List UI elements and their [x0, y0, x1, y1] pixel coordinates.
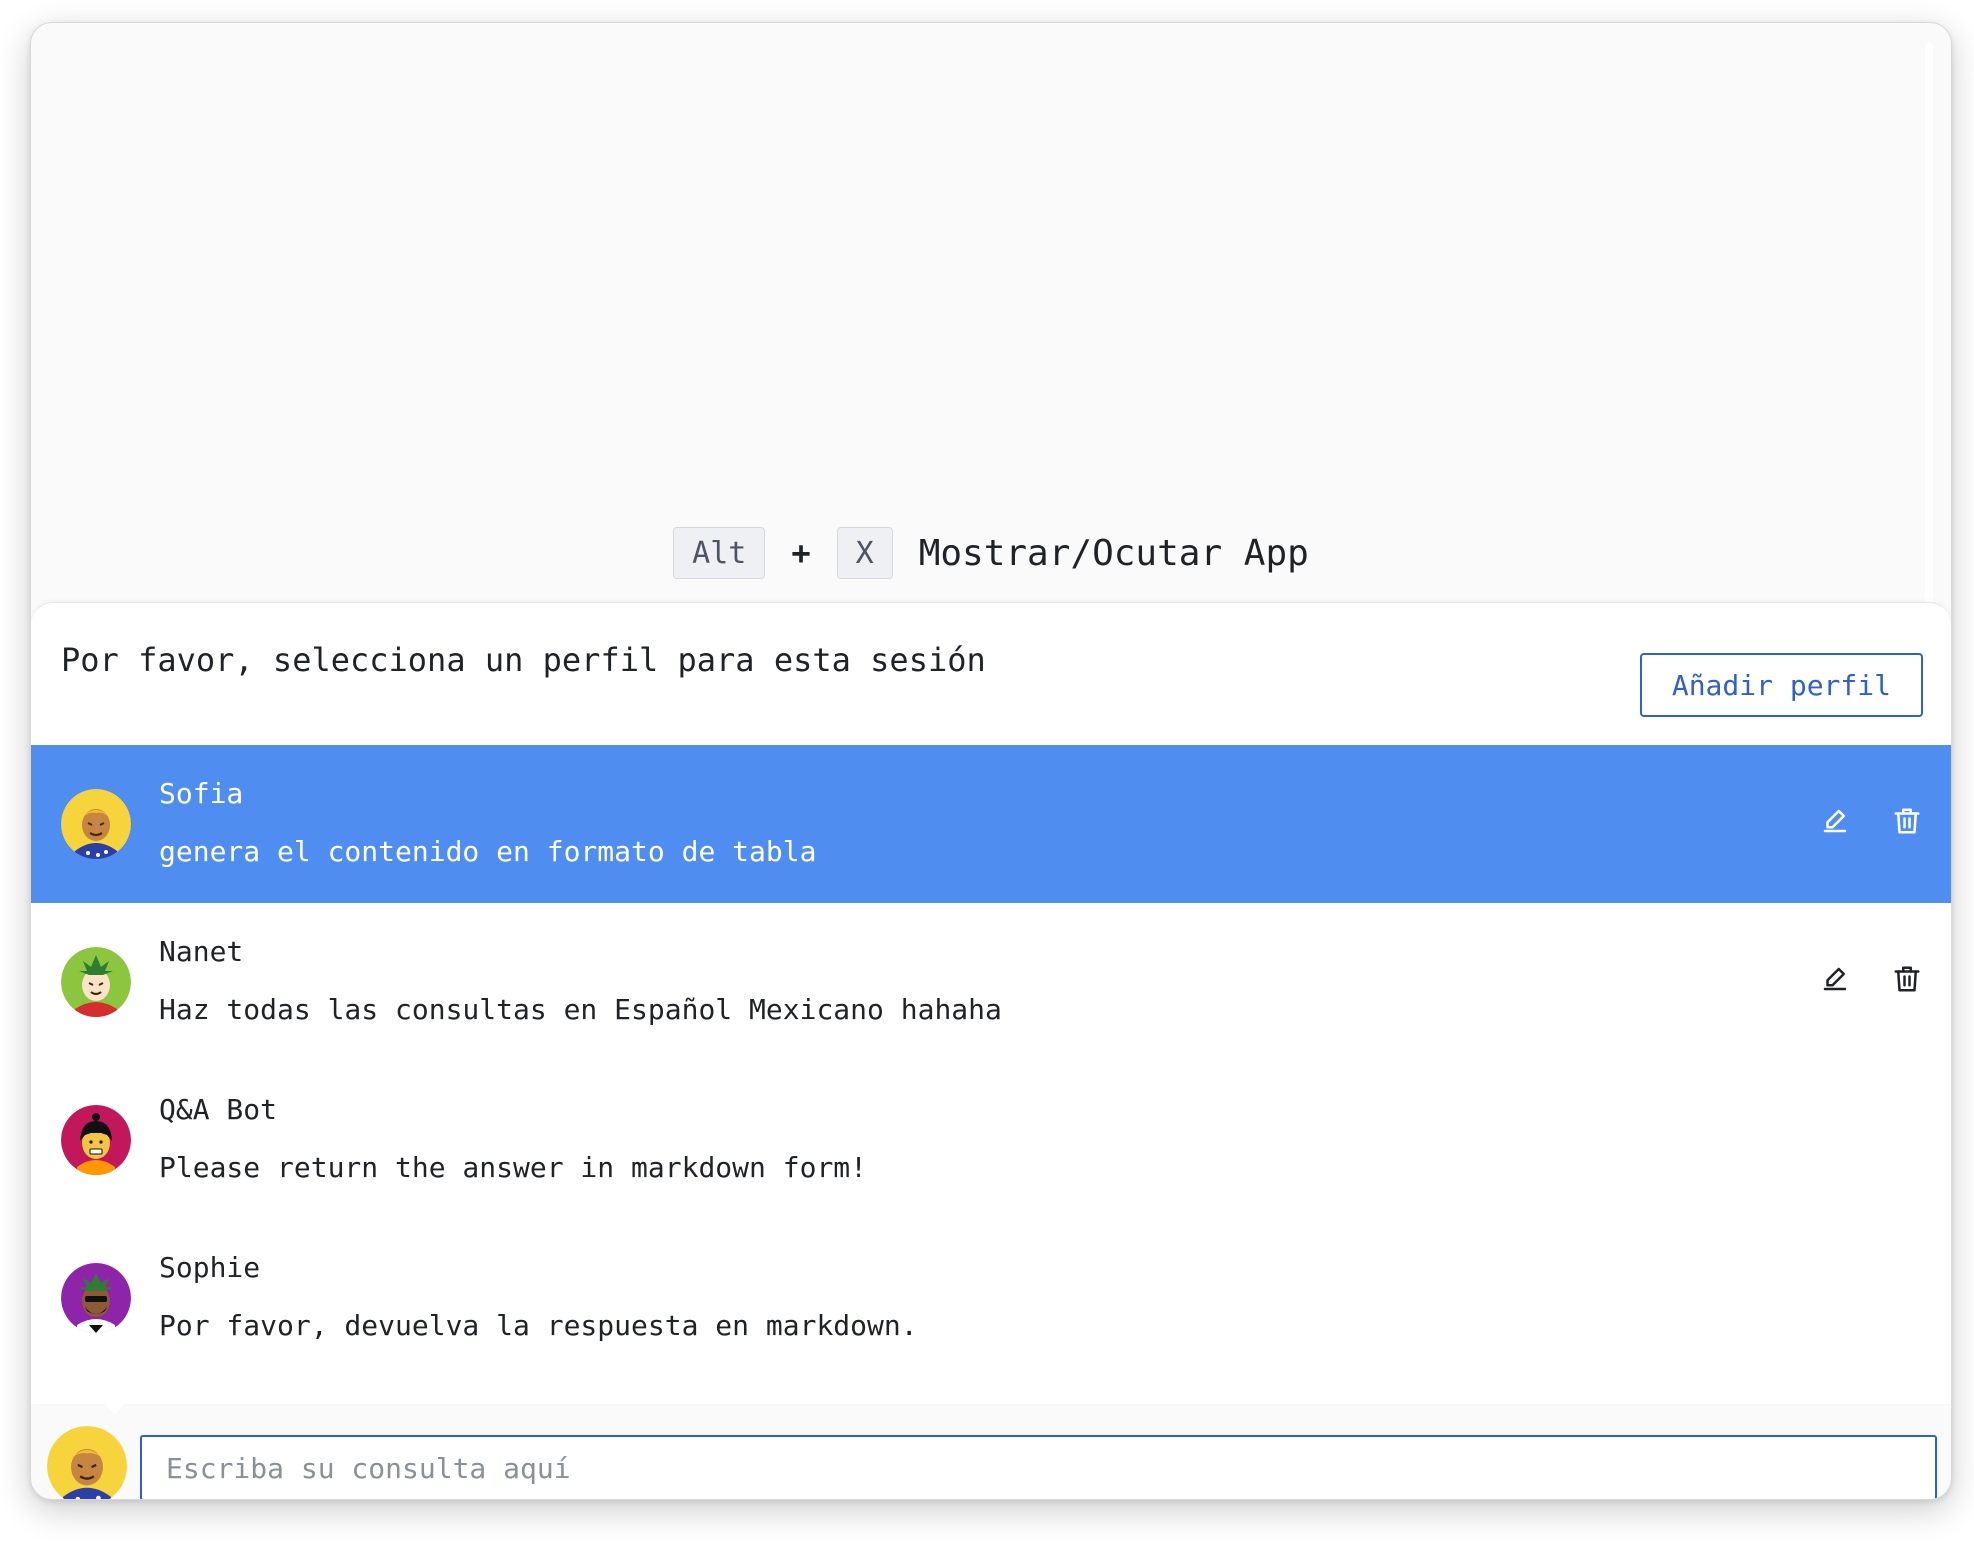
avatar-sofia-icon	[61, 789, 131, 859]
profile-item-sofia[interactable]: Sofia genera el contenido en formato de …	[31, 745, 1951, 903]
profile-description: Haz todas las consultas en Español Mexic…	[159, 993, 1002, 1026]
edit-icon[interactable]	[1819, 805, 1851, 837]
edit-icon[interactable]	[1819, 963, 1851, 995]
avatar	[61, 1263, 131, 1333]
shortcut-plus: +	[791, 534, 811, 572]
shortcut-hint: Alt + X Mostrar/Ocutar App	[31, 526, 1951, 580]
app-window: Alt + X Mostrar/Ocutar App Por favor, se…	[30, 22, 1952, 1500]
add-profile-button[interactable]: Añadir perfil	[1639, 653, 1923, 717]
avatar-sophie-icon	[61, 1263, 131, 1333]
profile-item-sophie[interactable]: Sophie Por favor, devuelva la respuesta …	[31, 1219, 1951, 1377]
profile-item-nanet[interactable]: Nanet Haz todas las consultas en Español…	[31, 903, 1951, 1061]
avatar-sofia-icon	[47, 1426, 127, 1499]
avatar	[61, 1105, 131, 1175]
avatar	[61, 947, 131, 1017]
profile-actions	[1819, 963, 1923, 995]
shortcut-key-x: X	[836, 527, 893, 579]
profile-list: Sofia genera el contenido en formato de …	[31, 745, 1951, 1377]
profile-name: Sofia	[159, 777, 244, 810]
profile-description: Por favor, devuelva la respuesta en mark…	[159, 1309, 918, 1342]
profile-actions	[1819, 805, 1923, 837]
shortcut-key-alt: Alt	[673, 527, 766, 579]
panel-header: Por favor, selecciona un perfil para est…	[31, 603, 1951, 723]
bar-notch	[103, 1402, 127, 1414]
profile-description: Please return the answer in markdown for…	[159, 1151, 868, 1184]
query-input[interactable]	[140, 1435, 1937, 1499]
avatar-nanet-icon	[61, 947, 131, 1017]
avatar	[61, 789, 131, 859]
profile-item-qa-bot[interactable]: Q&A Bot Please return the answer in mark…	[31, 1061, 1951, 1219]
profile-panel: Por favor, selecciona un perfil para est…	[31, 602, 1951, 1404]
shortcut-label: Mostrar/Ocutar App	[918, 532, 1309, 574]
profile-name: Q&A Bot	[159, 1093, 278, 1126]
panel-title: Por favor, selecciona un perfil para est…	[61, 641, 986, 679]
current-profile-avatar[interactable]	[47, 1426, 127, 1499]
query-bar	[31, 1402, 1951, 1499]
profile-name: Sophie	[159, 1251, 261, 1284]
trash-icon[interactable]	[1891, 805, 1923, 837]
avatar-qa-bot-icon	[61, 1105, 131, 1175]
profile-name: Nanet	[159, 935, 244, 968]
trash-icon[interactable]	[1891, 963, 1923, 995]
profile-description: genera el contenido en formato de tabla	[159, 835, 817, 868]
